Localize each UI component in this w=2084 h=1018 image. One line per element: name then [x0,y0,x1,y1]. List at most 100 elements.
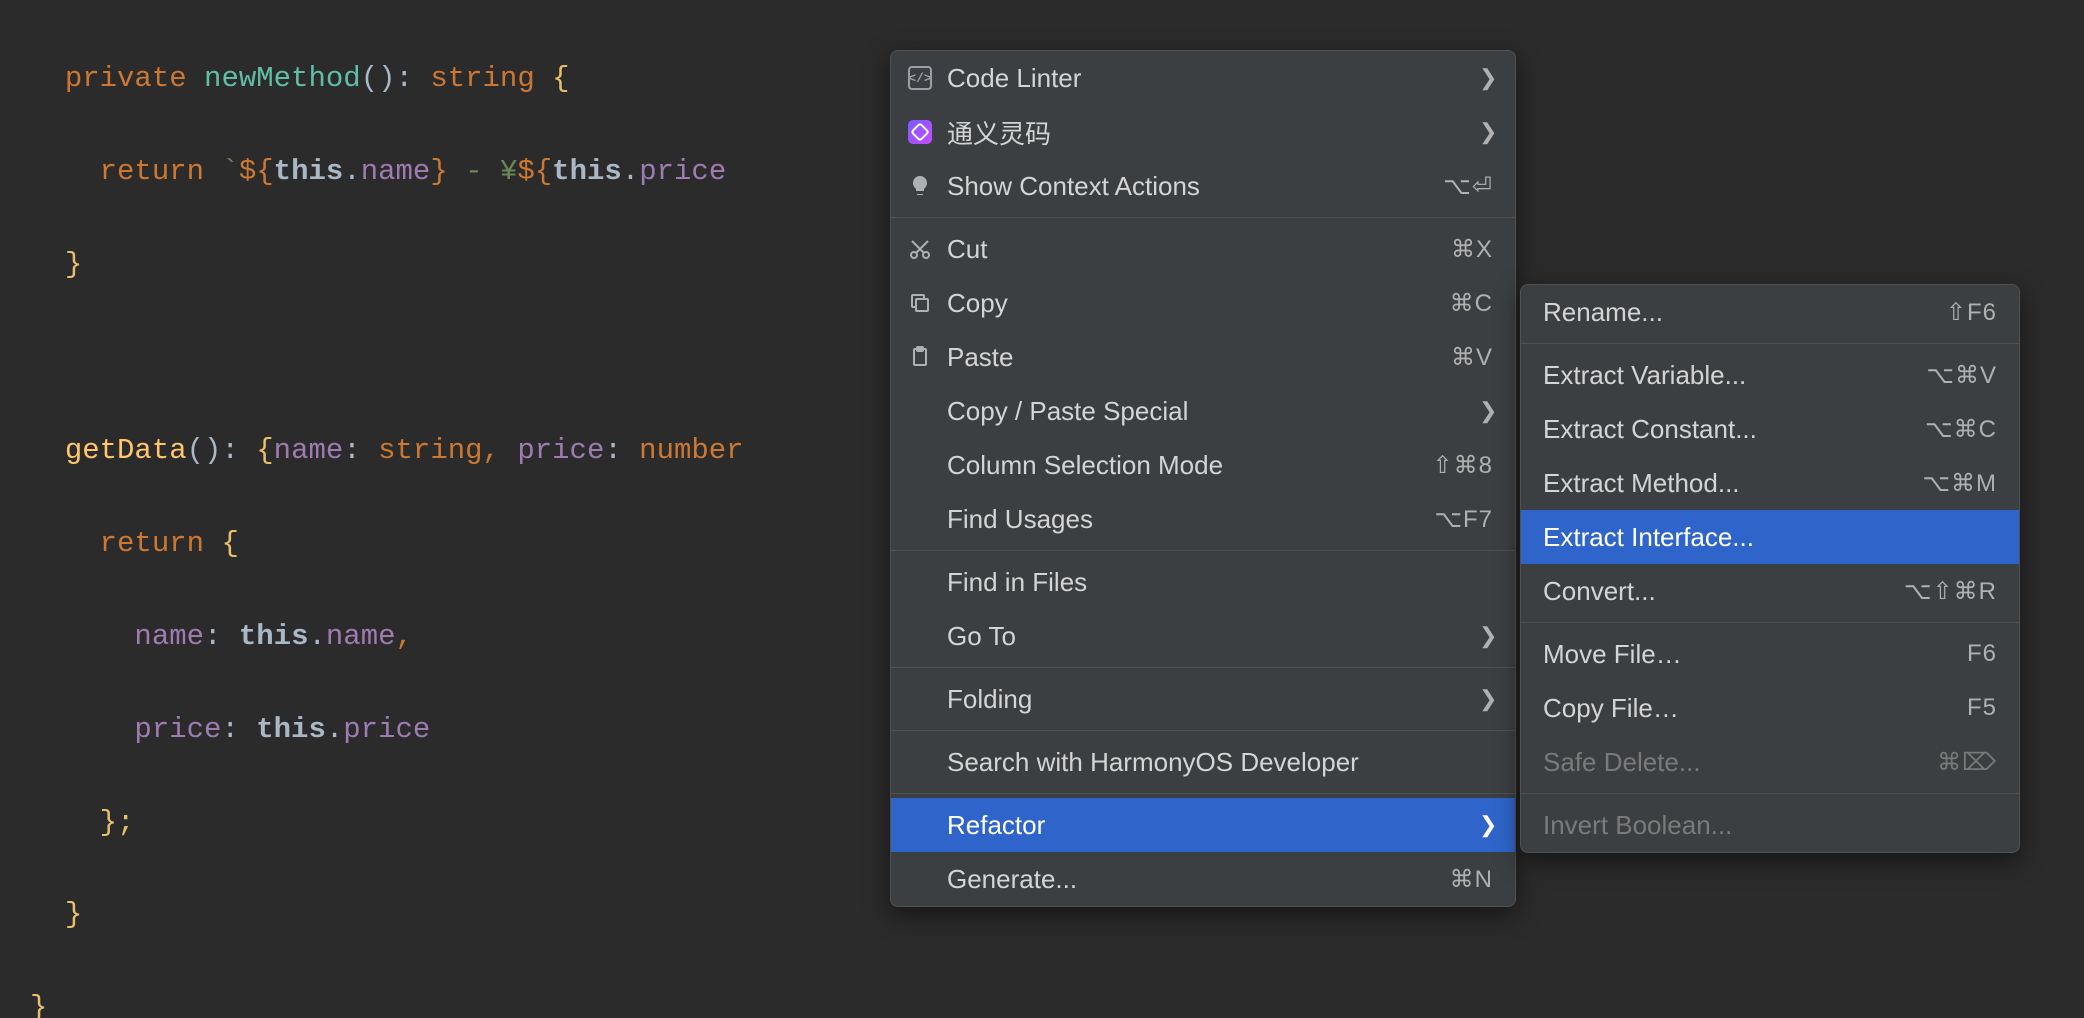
paren: (): [361,62,413,95]
menu-label: Move File… [1543,639,1967,670]
dot: . [326,713,343,746]
menu-shortcut: ⌘X [1451,235,1493,264]
menu-shortcut: ⌘C [1450,289,1493,318]
submenu-arrow-icon: ❯ [1479,812,1493,838]
dot: . [343,155,360,188]
menu-item-safe-delete: Safe Delete... ⌘⌦ [1521,735,2019,789]
menu-label: Find in Files [947,567,1493,598]
menu-item-copy[interactable]: Copy ⌘C [891,276,1515,330]
menu-item-copy-paste-special[interactable]: Copy / Paste Special ❯ [891,384,1515,438]
menu-separator [1521,343,2019,344]
menu-separator [891,550,1515,551]
menu-shortcut: ⌥⌘M [1922,469,1997,498]
code-linter-icon: </> [907,65,933,91]
menu-separator [1521,793,2019,794]
menu-label: Column Selection Mode [947,450,1433,481]
menu-item-refactor[interactable]: Refactor ❯ [891,798,1515,852]
menu-separator [891,793,1515,794]
menu-label: Extract Method... [1543,468,1922,499]
menu-item-context-actions[interactable]: Show Context Actions ⌥⏎ [891,159,1515,213]
context-menu: </> Code Linter ❯ 通义灵码 ❯ Show Context Ac… [890,50,1516,907]
brace: { [221,527,238,560]
menu-label: Code Linter [947,63,1479,94]
menu-label: Go To [947,621,1479,652]
menu-item-rename[interactable]: Rename... ⇧F6 [1521,285,2019,339]
menu-label: Cut [947,234,1451,265]
menu-shortcut: ⌘⌦ [1937,748,1997,777]
menu-shortcut: ⌥⌘C [1925,415,1997,444]
brace: } [30,991,47,1018]
colon: : [204,620,221,653]
menu-separator [1521,622,2019,623]
refactor-submenu: Rename... ⇧F6 Extract Variable... ⌥⌘V Ex… [1520,284,2020,853]
keyword-private: private [65,62,187,95]
method-getdata: getData [65,434,187,467]
menu-item-find-usages[interactable]: Find Usages ⌥F7 [891,492,1515,546]
menu-shortcut: ⇧F6 [1946,298,1997,327]
field-name: name [361,155,431,188]
menu-item-folding[interactable]: Folding ❯ [891,672,1515,726]
this: this [274,155,344,188]
menu-shortcut: ⇧⌘8 [1433,451,1493,480]
paren: (): [187,434,239,467]
key-price: price [134,713,221,746]
colon: : [604,434,621,467]
this: this [256,713,326,746]
dot: . [308,620,325,653]
cut-icon [907,236,933,262]
menu-item-extract-method[interactable]: Extract Method... ⌥⌘M [1521,456,2019,510]
menu-item-move-file[interactable]: Move File… F6 [1521,627,2019,681]
menu-item-convert[interactable]: Convert... ⌥⇧⌘R [1521,564,2019,618]
menu-item-extract-variable[interactable]: Extract Variable... ⌥⌘V [1521,348,2019,402]
brace: } [65,898,82,931]
menu-item-cut[interactable]: Cut ⌘X [891,222,1515,276]
brace: } [65,248,82,281]
colon: : [221,713,238,746]
menu-label: Search with HarmonyOS Developer [947,747,1493,778]
menu-item-code-linter[interactable]: </> Code Linter ❯ [891,51,1515,105]
this: this [552,155,622,188]
menu-label: Extract Variable... [1543,360,1926,391]
menu-label: Show Context Actions [947,171,1443,202]
menu-label: Copy [947,288,1450,319]
template-open: ${ [517,155,552,188]
paste-icon [907,344,933,370]
menu-item-extract-interface[interactable]: Extract Interface... [1521,510,2019,564]
submenu-arrow-icon: ❯ [1479,65,1493,91]
template-close: } [430,155,447,188]
menu-item-tongyi[interactable]: 通义灵码 ❯ [891,105,1515,159]
menu-item-paste[interactable]: Paste ⌘V [891,330,1515,384]
type-string: string [378,434,482,467]
tongyi-icon [907,119,933,145]
keyword-return: return [100,527,204,560]
menu-item-generate[interactable]: Generate... ⌘N [891,852,1515,906]
menu-label: Paste [947,342,1451,373]
menu-item-find-in-files[interactable]: Find in Files [891,555,1515,609]
field-price: price [639,155,726,188]
menu-label: Convert... [1543,576,1904,607]
menu-label: Rename... [1543,297,1946,328]
menu-shortcut: ⌥⏎ [1443,172,1493,201]
field-price: price [343,713,430,746]
this: this [239,620,309,653]
template-open: ${ [239,155,274,188]
brace: { [256,434,273,467]
menu-item-search-harmony[interactable]: Search with HarmonyOS Developer [891,735,1515,789]
menu-label: 通义灵码 [947,114,1479,151]
menu-shortcut: ⌥F7 [1434,505,1493,534]
keyword-return: return [100,155,204,188]
backtick: ` [221,155,238,188]
submenu-arrow-icon: ❯ [1479,623,1493,649]
menu-label: Find Usages [947,504,1434,535]
submenu-arrow-icon: ❯ [1479,398,1493,424]
menu-shortcut: ⌘N [1450,865,1493,894]
colon: : [343,434,360,467]
menu-label: Copy File… [1543,693,1967,724]
menu-item-copy-file[interactable]: Copy File… F5 [1521,681,2019,735]
brace: { [552,62,569,95]
menu-item-goto[interactable]: Go To ❯ [891,609,1515,663]
menu-shortcut: ⌥⇧⌘R [1904,577,1997,606]
menu-item-column-selection[interactable]: Column Selection Mode ⇧⌘8 [891,438,1515,492]
menu-item-extract-constant[interactable]: Extract Constant... ⌥⌘C [1521,402,2019,456]
menu-label: Extract Constant... [1543,414,1925,445]
